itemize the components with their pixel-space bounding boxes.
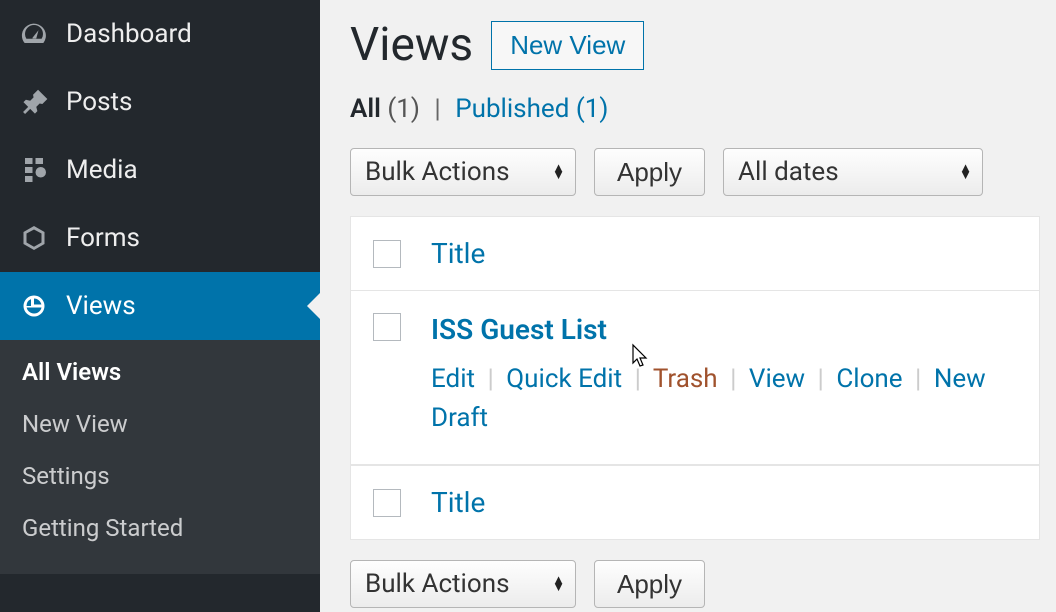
page-header: Views New View — [350, 18, 1056, 72]
row-actions: Edit | Quick Edit | Trash | View | Clone… — [431, 360, 1017, 438]
select-arrows-icon: ▲▼ — [959, 165, 972, 179]
table-row: ISS Guest List Edit | Quick Edit | Trash… — [351, 291, 1039, 465]
main-content: Views New View All (1) | Published (1) B… — [320, 0, 1056, 612]
table-footer: Title — [351, 465, 1039, 539]
action-separator: | — [818, 364, 824, 394]
select-all-checkbox[interactable] — [373, 240, 401, 268]
edit-link[interactable]: Edit — [431, 364, 475, 394]
sidebar-item-label: Dashboard — [66, 19, 192, 49]
title-column-footer[interactable]: Title — [431, 486, 485, 519]
filter-separator: | — [434, 94, 440, 124]
sidebar-sub-item-getting-started[interactable]: Getting Started — [0, 502, 320, 554]
apply-button[interactable]: Apply — [594, 148, 705, 196]
media-icon — [18, 154, 50, 186]
bottom-controls-row: Bulk Actions ▲▼ Apply — [350, 560, 1056, 608]
sidebar-item-media[interactable]: Media — [0, 136, 320, 204]
page-title: Views — [350, 18, 473, 72]
apply-button-bottom[interactable]: Apply — [594, 560, 705, 608]
dashboard-icon — [18, 18, 50, 50]
sidebar-item-dashboard[interactable]: Dashboard — [0, 0, 320, 68]
sidebar-item-label: Posts — [66, 87, 132, 117]
clone-link[interactable]: Clone — [836, 364, 902, 394]
pin-icon — [18, 86, 50, 118]
admin-sidebar: Dashboard Posts Media Forms Views All Vi… — [0, 0, 320, 612]
filter-all-link[interactable]: All (1) — [350, 94, 426, 124]
sidebar-item-label: Media — [66, 155, 138, 185]
select-arrows-icon: ▲▼ — [552, 577, 565, 591]
sidebar-item-label: Forms — [66, 223, 140, 253]
sidebar-item-posts[interactable]: Posts — [0, 68, 320, 136]
select-arrows-icon: ▲▼ — [552, 165, 565, 179]
views-table: Title ISS Guest List Edit | Quick Edit |… — [350, 216, 1040, 540]
row-checkbox[interactable] — [373, 313, 401, 341]
top-controls-row: Bulk Actions ▲▼ Apply All dates ▲▼ — [350, 148, 1056, 196]
row-title-link[interactable]: ISS Guest List — [431, 313, 607, 346]
select-all-checkbox-footer[interactable] — [373, 489, 401, 517]
sidebar-item-label: Views — [66, 291, 136, 321]
quick-edit-link[interactable]: Quick Edit — [506, 364, 622, 394]
trash-link[interactable]: Trash — [653, 364, 718, 394]
new-view-button[interactable]: New View — [491, 21, 644, 70]
action-separator: | — [487, 364, 493, 394]
action-separator: | — [635, 364, 641, 394]
sidebar-submenu: All Views New View Settings Getting Star… — [0, 340, 320, 574]
bulk-actions-label: Bulk Actions — [365, 569, 510, 599]
view-link[interactable]: View — [749, 364, 805, 394]
all-dates-select[interactable]: All dates ▲▼ — [723, 148, 983, 196]
forms-icon — [18, 222, 50, 254]
views-icon — [18, 290, 50, 322]
filter-row: All (1) | Published (1) — [350, 94, 1056, 124]
all-dates-label: All dates — [738, 157, 839, 187]
sidebar-sub-item-settings[interactable]: Settings — [0, 450, 320, 502]
bulk-actions-select-bottom[interactable]: Bulk Actions ▲▼ — [350, 560, 576, 608]
bulk-actions-label: Bulk Actions — [365, 157, 510, 187]
sidebar-item-forms[interactable]: Forms — [0, 204, 320, 272]
action-separator: | — [915, 364, 921, 394]
table-header: Title — [351, 217, 1039, 291]
action-separator: | — [730, 364, 736, 394]
filter-published-link[interactable]: Published (1) — [455, 94, 608, 124]
sidebar-sub-item-all-views[interactable]: All Views — [0, 346, 320, 398]
row-content: ISS Guest List Edit | Quick Edit | Trash… — [431, 313, 1017, 438]
bulk-actions-select[interactable]: Bulk Actions ▲▼ — [350, 148, 576, 196]
sidebar-item-views[interactable]: Views — [0, 272, 320, 340]
sidebar-sub-item-new-view[interactable]: New View — [0, 398, 320, 450]
title-column-header[interactable]: Title — [431, 237, 485, 270]
